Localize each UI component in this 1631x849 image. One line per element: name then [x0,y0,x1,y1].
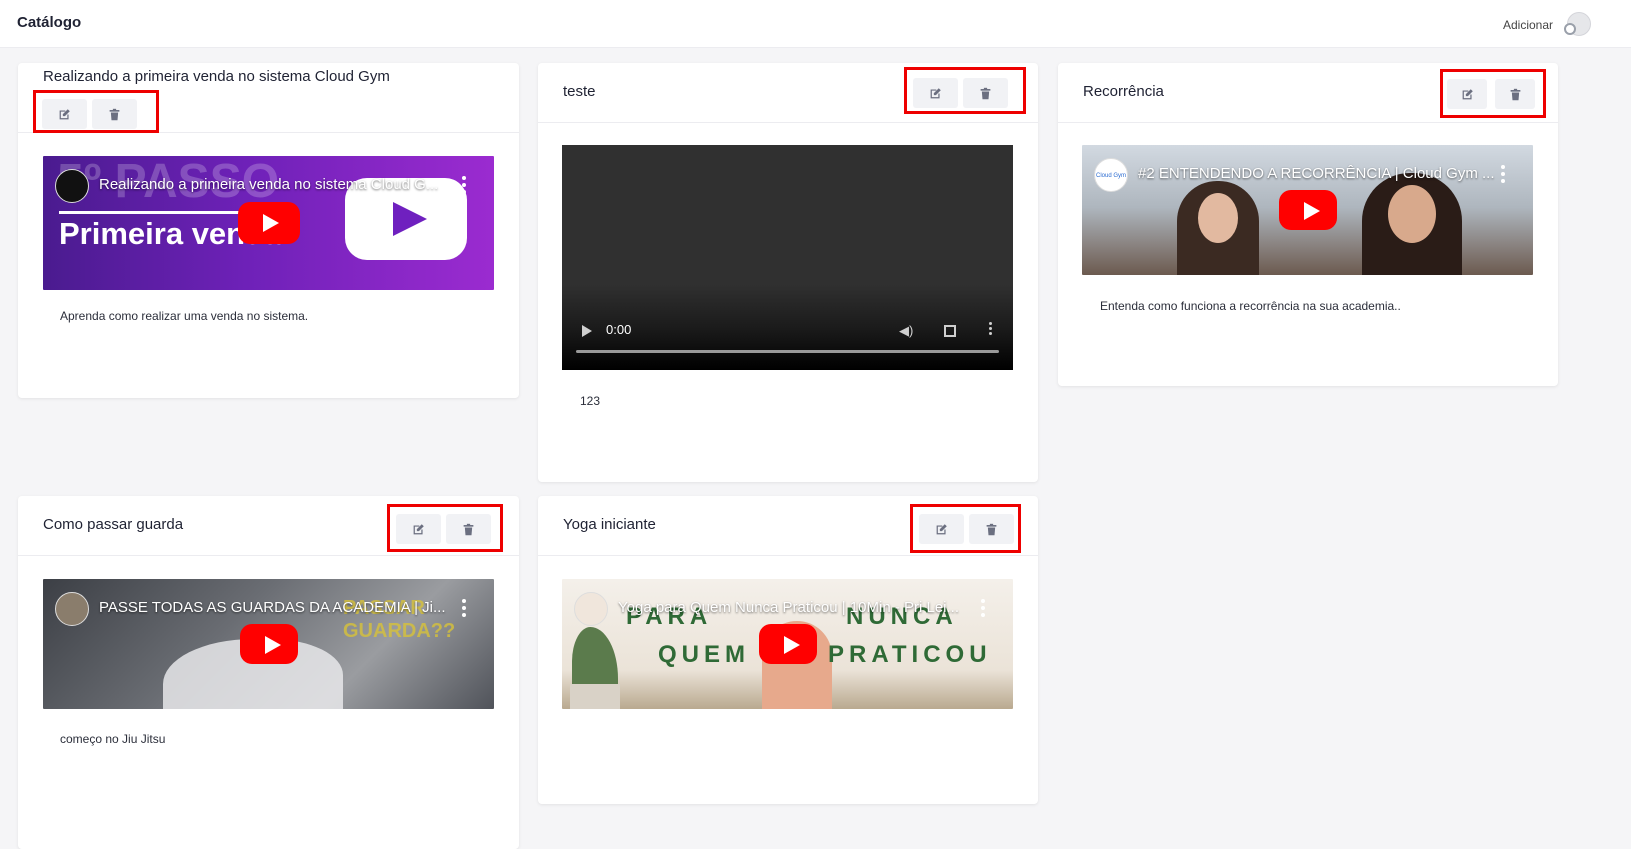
card-description: Aprenda como realizar uma venda no siste… [60,309,309,323]
video-title[interactable]: Realizando a primeira venda no sistema C… [99,176,438,193]
card-actions [904,67,1026,114]
volume-icon[interactable]: ◀) [899,324,913,338]
card-title: Yoga iniciante [563,516,656,533]
thumbnail-plant [570,684,620,709]
video-embed[interactable]: 5º PASSO Primeira venda Realizando a pri… [43,156,494,290]
play-button[interactable] [1278,190,1337,230]
thumbnail-person [1388,185,1436,243]
card-title: Como passar guarda [43,516,184,533]
play-icon[interactable] [582,325,592,337]
trash-icon [1510,88,1520,100]
edit-button[interactable] [42,99,87,129]
more-options-icon[interactable] [989,322,992,338]
delete-button[interactable] [92,99,137,129]
card-header: teste [538,63,1038,123]
more-options-icon[interactable] [1501,165,1505,183]
edit-icon [59,108,70,119]
progress-bar[interactable] [576,350,999,353]
channel-avatar[interactable] [55,592,89,626]
catalog-card: Como passar guarda PASSAR GUARDA?? PASSE… [18,496,519,849]
edit-icon [936,523,947,534]
card-title: Realizando a primeira venda no sistema C… [43,68,390,85]
video-embed[interactable]: Cloud Gym #2 ENTENDENDO A RECORRÊNCIA | … [1082,145,1533,275]
page-title: Catálogo [17,14,82,31]
delete-button[interactable] [1495,79,1535,109]
catalog-card: Realizando a primeira venda no sistema C… [18,63,519,398]
trash-icon [109,108,120,120]
delete-button[interactable] [963,78,1008,108]
play-button[interactable] [239,624,298,664]
more-options-icon[interactable] [462,599,466,617]
card-header: Yoga iniciante [538,496,1038,556]
thumbnail-text: PRATICOU [828,641,992,668]
player-time: 0:00 [606,322,632,337]
thumbnail-person [1198,193,1238,243]
edit-icon [413,523,424,534]
video-player[interactable]: 0:00 ◀) [562,145,1013,370]
card-header: Recorrência [1058,63,1558,123]
catalog-card: Recorrência Cloud Gym #2 ENTENDENDO A RE… [1058,63,1558,386]
play-button[interactable] [237,202,300,244]
card-description: 123 [580,394,601,408]
card-actions [1440,69,1546,118]
channel-avatar[interactable] [574,592,608,626]
more-options-icon[interactable] [462,176,466,194]
card-actions [33,90,159,133]
delete-button[interactable] [446,514,491,544]
top-bar: Catálogo Adicionar [0,0,1631,48]
card-title: teste [563,83,596,100]
video-title[interactable]: PASSE TODAS AS GUARDAS DA ACADEMIA | Ji.… [99,599,446,616]
card-actions [910,504,1021,553]
catalog-card: teste 0:00 ◀) 123 [538,63,1038,482]
edit-icon [930,87,941,98]
edit-button[interactable] [396,514,441,544]
channel-avatar[interactable]: Cloud Gym [1094,158,1128,192]
card-header: Realizando a primeira venda no sistema C… [18,63,519,133]
edit-button[interactable] [1447,79,1487,109]
card-actions [387,504,503,552]
edit-button[interactable] [919,514,964,544]
card-title: Recorrência [1083,83,1164,100]
channel-avatar[interactable] [55,169,89,203]
add-button[interactable]: Adicionar [1503,18,1553,32]
video-title[interactable]: #2 ENTENDENDO A RECORRÊNCIA | Cloud Gym … [1138,165,1494,182]
trash-icon [986,523,997,535]
more-options-icon[interactable] [981,599,985,617]
card-description: começo no Jiu Jitsu [60,732,166,746]
delete-button[interactable] [969,514,1014,544]
trash-icon [463,523,474,535]
video-embed[interactable]: PARA NUNCA QUEM PRATICOU Yoga para Quem … [562,579,1013,709]
catalog-card: Yoga iniciante PARA NUNCA QUEM PRATICOU … [538,496,1038,804]
video-title[interactable]: Yoga para Quem Nunca Praticou | 10Min - … [618,599,959,616]
card-description: Entenda como funciona a recorrência na s… [1100,299,1401,313]
edit-button[interactable] [913,78,958,108]
video-embed[interactable]: PASSAR GUARDA?? PASSE TODAS AS GUARDAS D… [43,579,494,709]
card-header: Como passar guarda [18,496,519,556]
trash-icon [980,87,991,99]
thumbnail-text: QUEM [658,641,750,668]
avatar[interactable] [1564,12,1591,36]
edit-icon [1462,88,1473,99]
play-button[interactable] [758,624,817,664]
fullscreen-icon[interactable] [944,325,956,337]
